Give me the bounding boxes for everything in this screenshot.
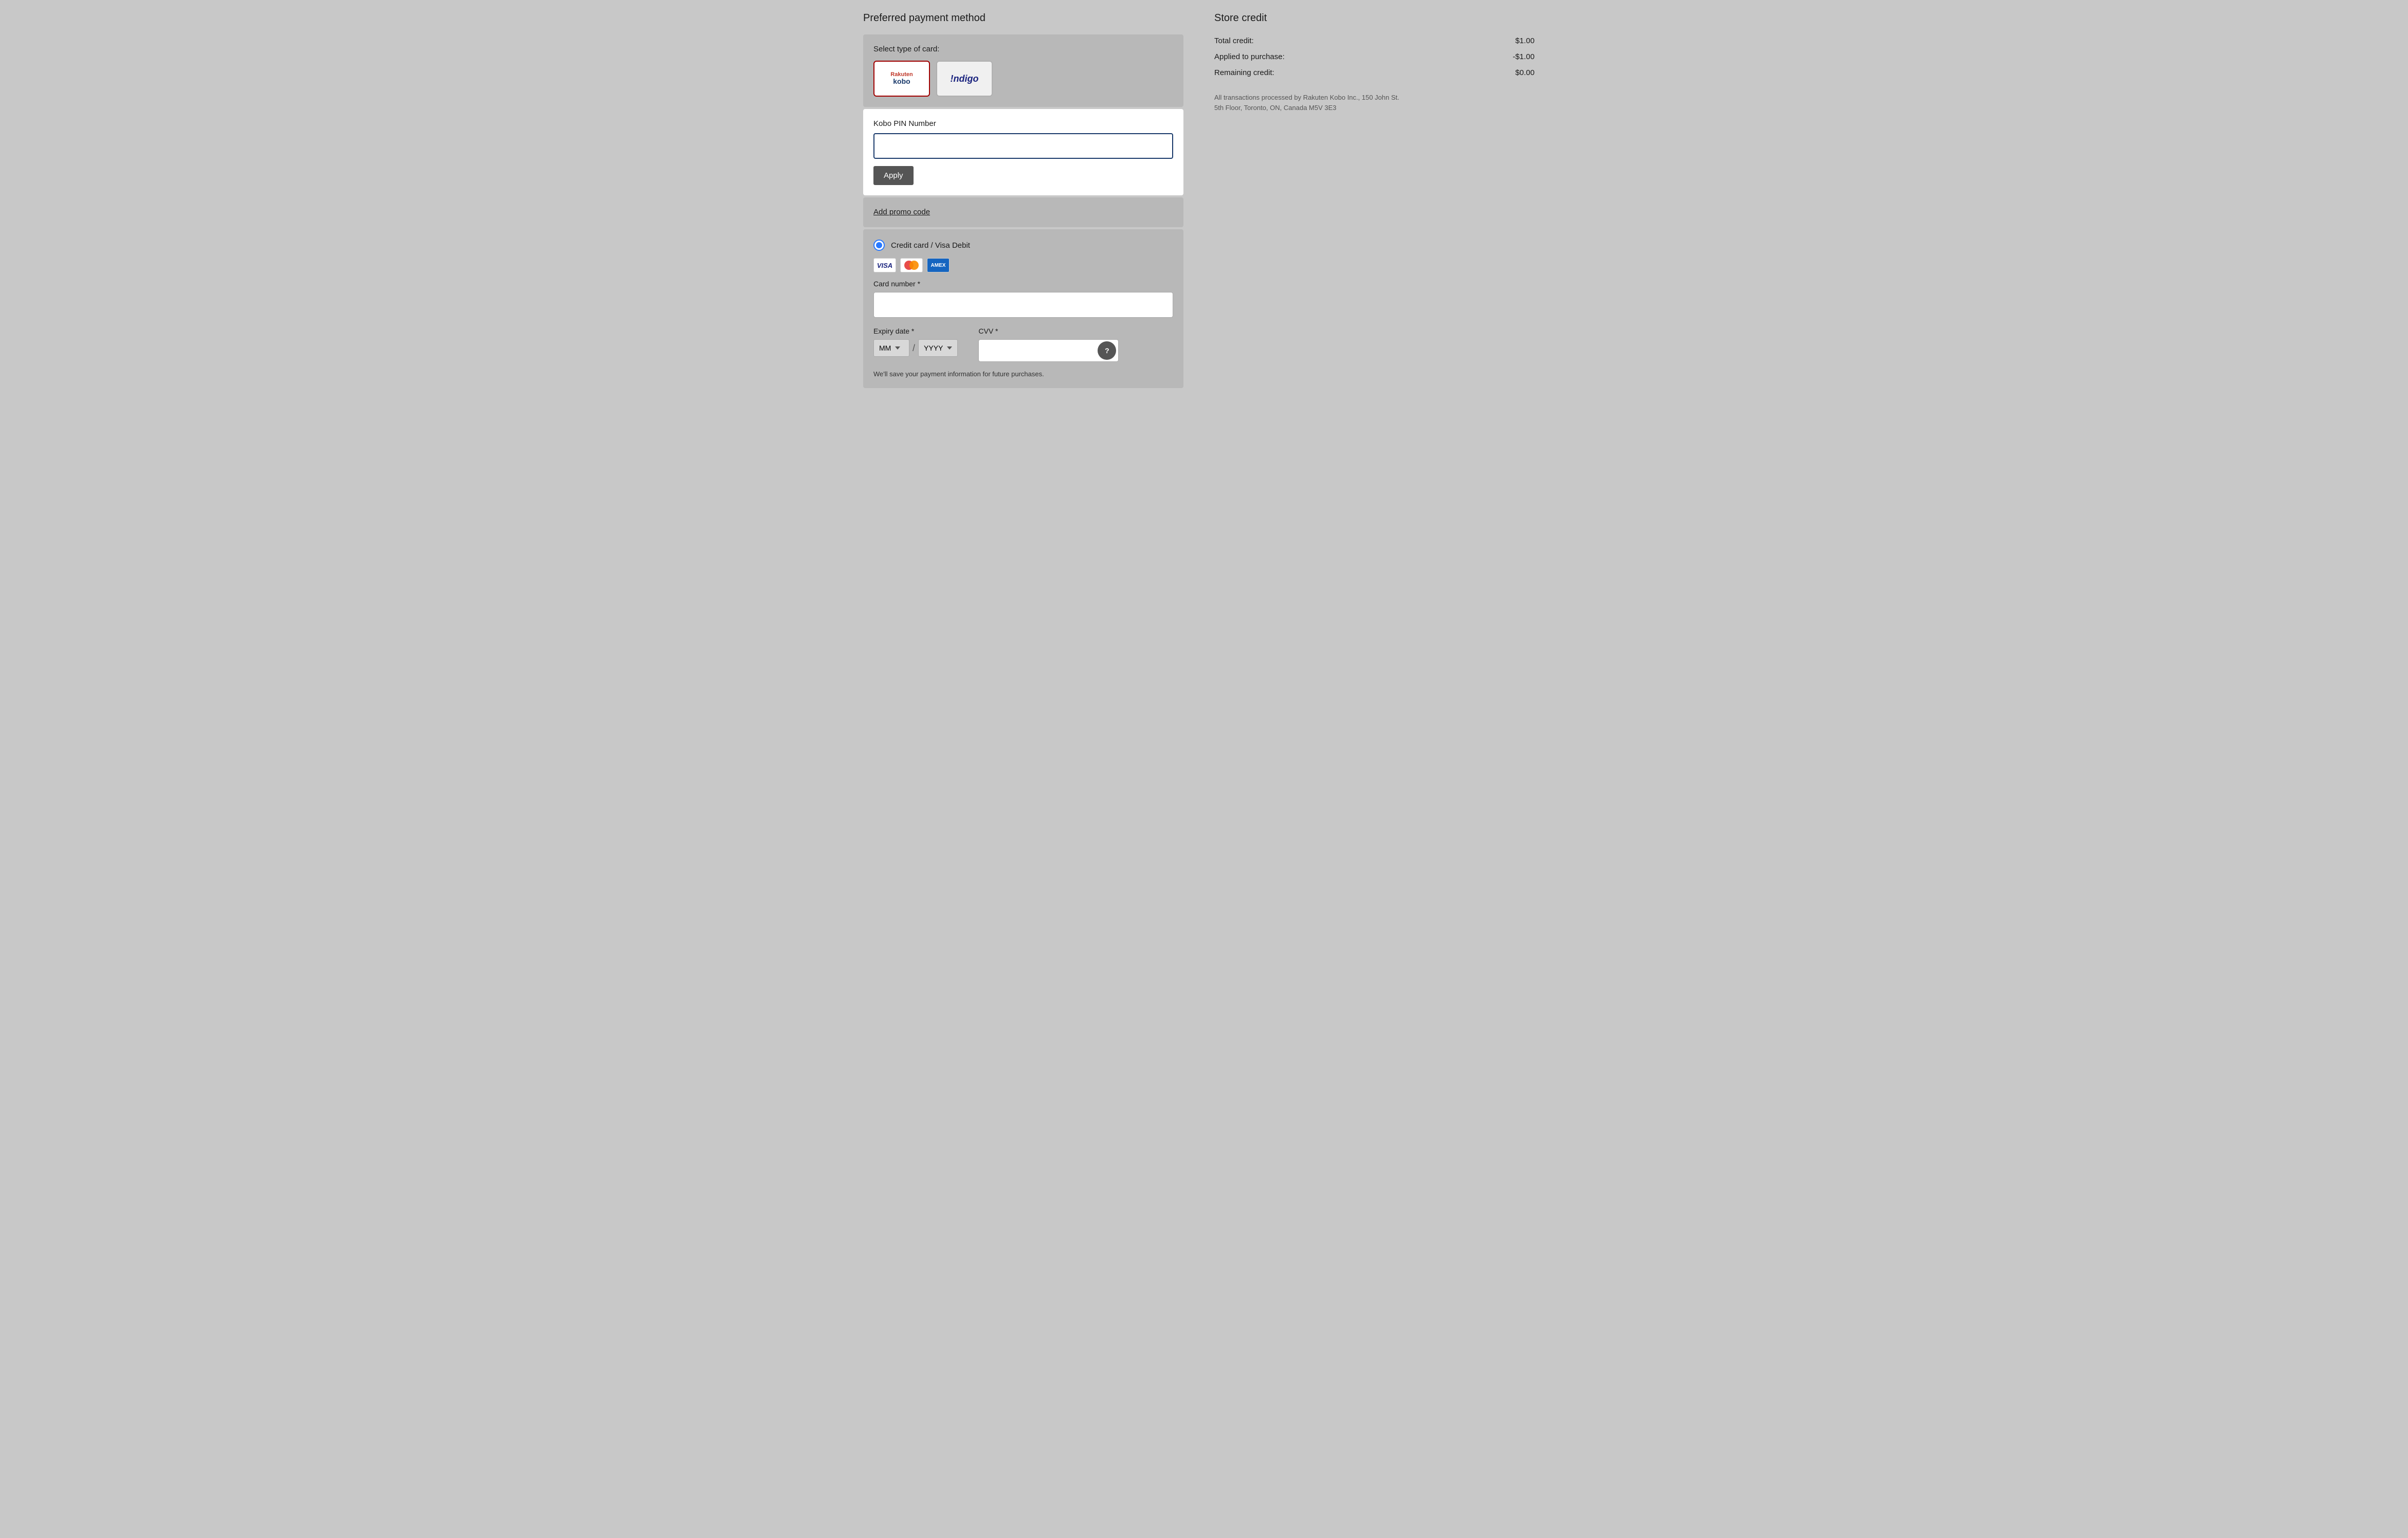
pin-section: Kobo PIN Number Apply [863, 109, 1183, 195]
cvv-input-wrapper: ? [978, 339, 1119, 362]
expiry-year-select[interactable]: YYYY [918, 339, 958, 357]
expiry-inputs: MM / YYYY [873, 339, 958, 357]
store-credit-title: Store credit [1214, 12, 1535, 24]
expiry-month-value: MM [879, 344, 891, 352]
cvv-group: CVV * ? [978, 327, 1119, 362]
rakuten-kobo-logo: Rakuten kobo [887, 68, 916, 88]
expiry-cvv-row: Expiry date * MM / YYYY CVV [873, 327, 1173, 362]
save-info-text: We'll save your payment information for … [873, 370, 1173, 378]
remaining-credit-value: $0.00 [1515, 68, 1535, 77]
mc-circle-right [909, 261, 919, 270]
chevron-down-icon [895, 346, 900, 350]
credit-card-radio[interactable] [873, 240, 885, 251]
radio-inner [876, 242, 882, 248]
expiry-year-value: YYYY [924, 344, 943, 352]
card-select-section: Select type of card: Rakuten kobo !ndigo [863, 34, 1183, 107]
pin-input[interactable] [873, 133, 1173, 159]
total-credit-label: Total credit: [1214, 36, 1254, 45]
card-number-label: Card number * [873, 280, 1173, 288]
transactions-notice: All transactions processed by Rakuten Ko… [1214, 93, 1410, 113]
card-options: Rakuten kobo !ndigo [873, 61, 1173, 97]
main-layout: Preferred payment method Select type of … [853, 0, 1555, 1538]
total-credit-row: Total credit: $1.00 [1214, 36, 1535, 45]
applied-credit-label: Applied to purchase: [1214, 52, 1285, 61]
card-select-label: Select type of card: [873, 45, 1173, 53]
total-credit-value: $1.00 [1515, 36, 1535, 45]
card-number-input[interactable] [873, 292, 1173, 318]
chevron-down-icon-year [947, 346, 952, 350]
indigo-logo: !ndigo [951, 74, 979, 84]
apply-button[interactable]: Apply [873, 166, 914, 185]
credit-card-section: Credit card / Visa Debit VISA AMEX Card … [863, 229, 1183, 388]
card-icons-row: VISA AMEX [873, 258, 1173, 272]
left-panel: Preferred payment method Select type of … [853, 0, 1194, 1538]
amex-icon: AMEX [927, 258, 950, 272]
pin-label: Kobo PIN Number [873, 119, 1173, 128]
kobo-text: kobo [893, 78, 910, 85]
cvv-label: CVV * [978, 327, 1119, 335]
applied-credit-value: -$1.00 [1512, 52, 1535, 61]
rakuten-kobo-card-option[interactable]: Rakuten kobo [873, 61, 930, 97]
add-promo-code-button[interactable]: Add promo code [873, 208, 930, 216]
cvv-input[interactable] [979, 340, 1098, 361]
page-title: Preferred payment method [863, 12, 1183, 24]
mastercard-circles [904, 261, 919, 270]
expiry-group: Expiry date * MM / YYYY [873, 327, 958, 357]
cvv-help-icon[interactable]: ? [1098, 341, 1116, 360]
indigo-card-option[interactable]: !ndigo [936, 61, 993, 97]
expiry-divider: / [913, 343, 915, 354]
promo-section: Add promo code [863, 197, 1183, 227]
expiry-month-select[interactable]: MM [873, 339, 909, 357]
payment-option-row: Credit card / Visa Debit [873, 240, 1173, 251]
applied-credit-row: Applied to purchase: -$1.00 [1214, 52, 1535, 61]
right-panel: Store credit Total credit: $1.00 Applied… [1194, 0, 1555, 1538]
remaining-credit-label: Remaining credit: [1214, 68, 1274, 77]
remaining-credit-row: Remaining credit: $0.00 [1214, 68, 1535, 77]
payment-option-label: Credit card / Visa Debit [891, 241, 970, 250]
visa-icon: VISA [873, 258, 896, 272]
mastercard-icon [900, 258, 923, 272]
expiry-label: Expiry date * [873, 327, 958, 335]
